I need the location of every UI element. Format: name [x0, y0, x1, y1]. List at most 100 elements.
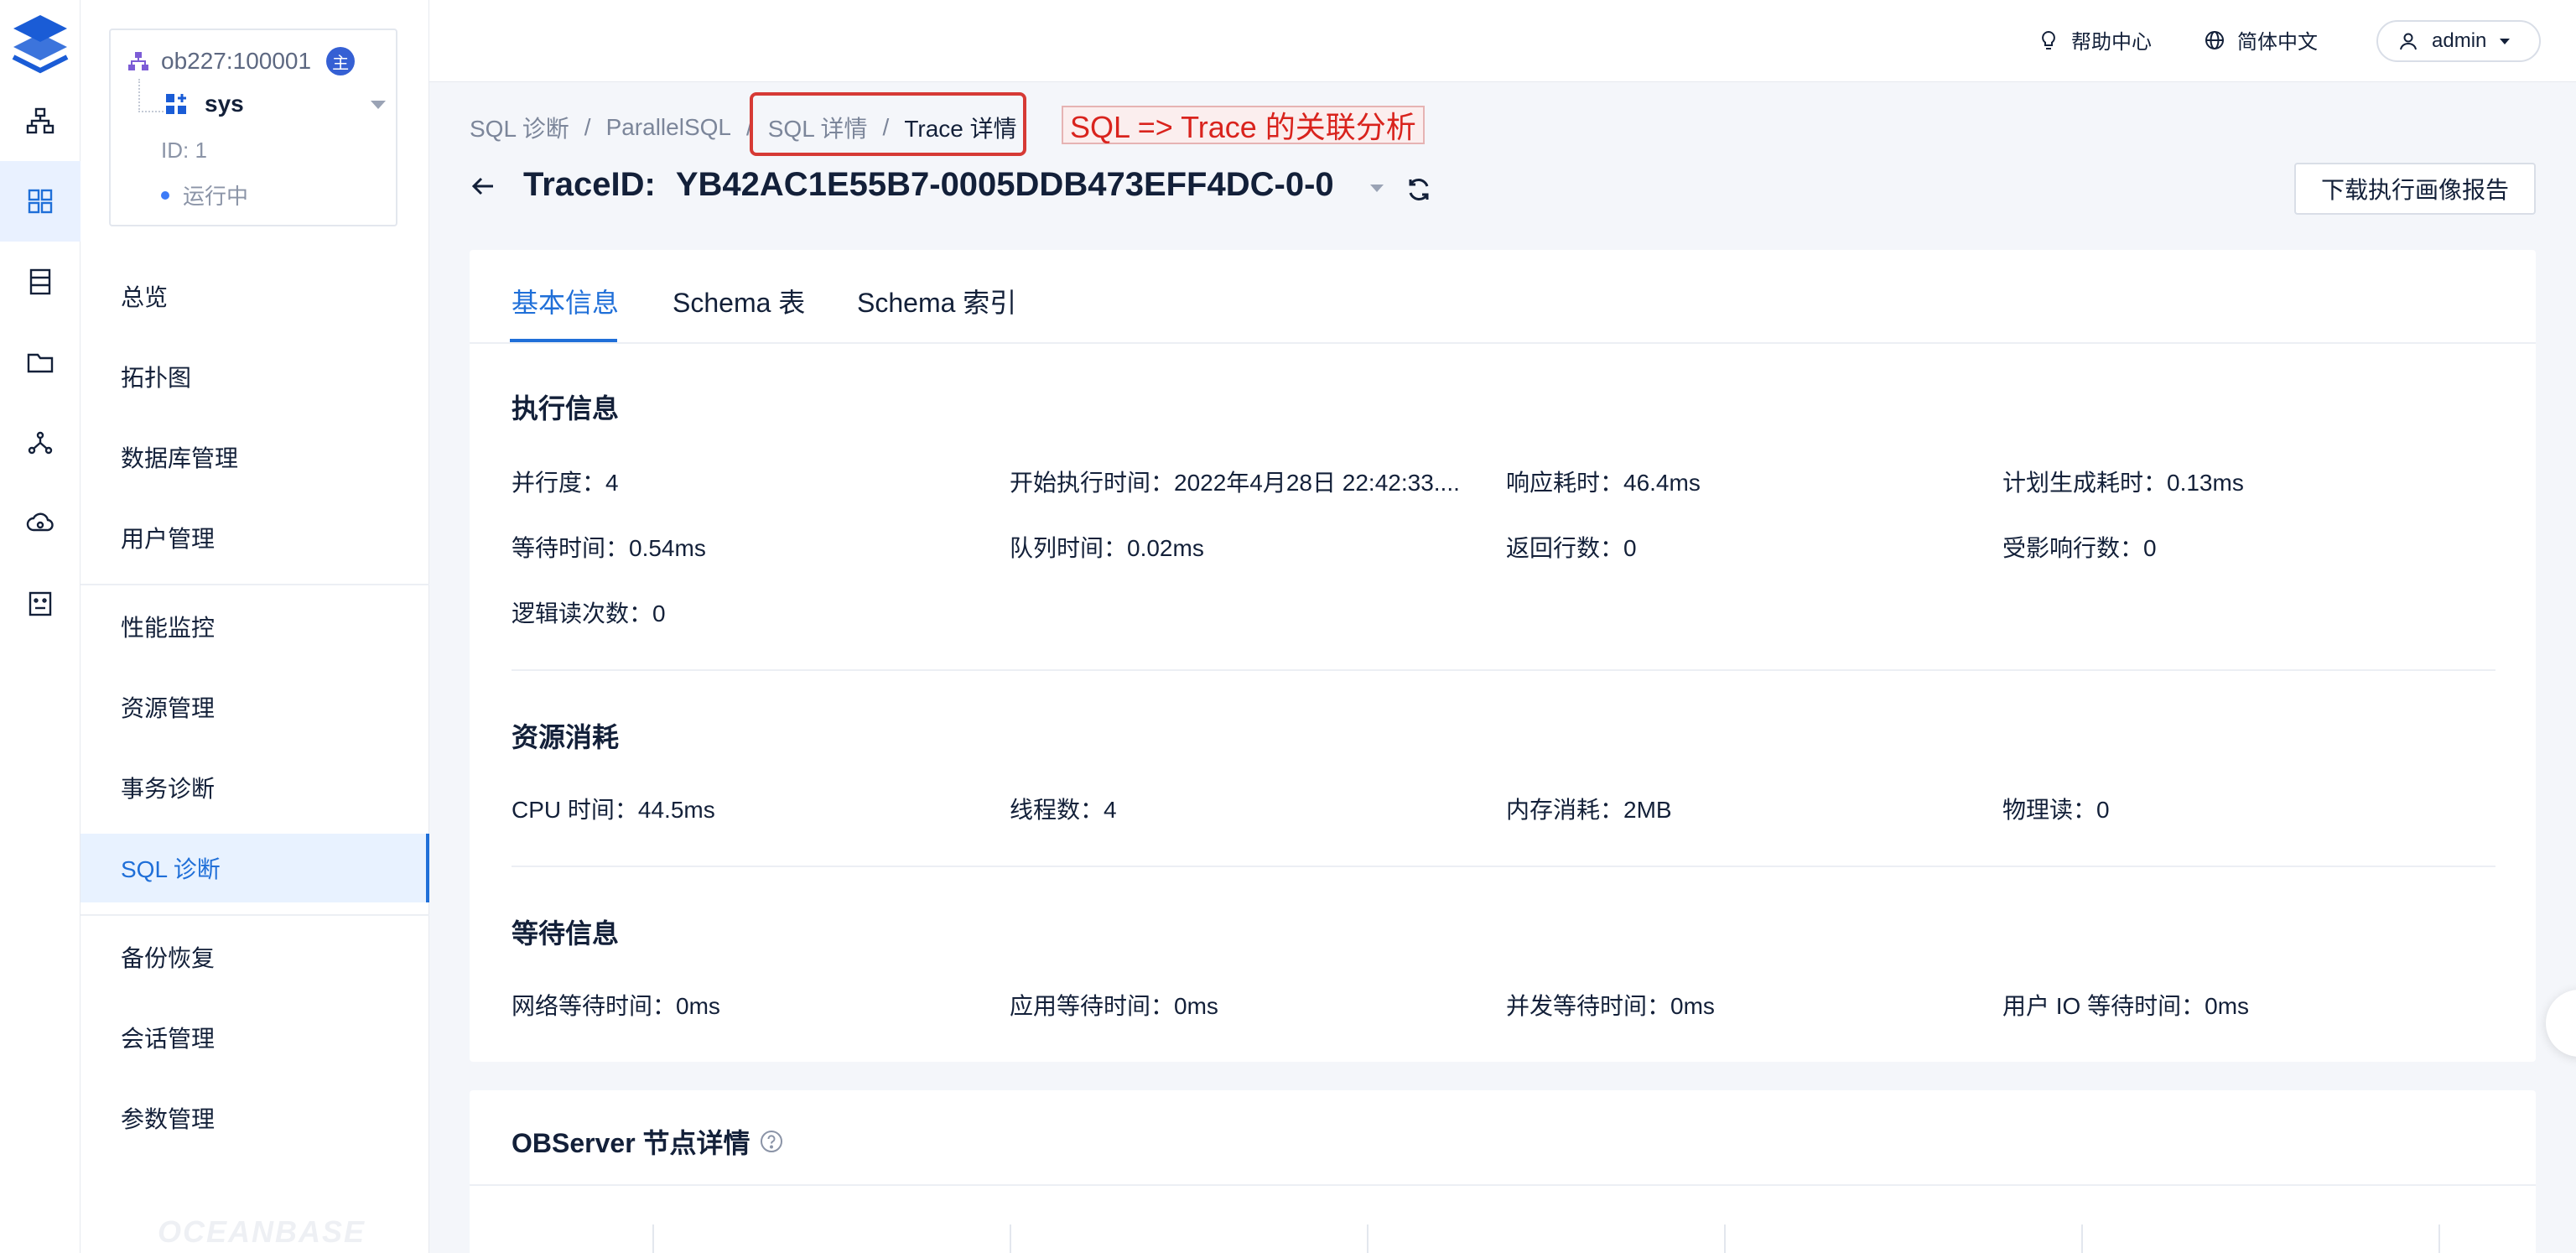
tab-active-indicator: [510, 339, 617, 342]
tab-basic-info[interactable]: 基本信息: [512, 282, 619, 320]
oceanbase-watermark: OCEANBASE: [158, 1214, 366, 1249]
refresh-icon[interactable]: [1404, 174, 1434, 205]
info-logical-reads: 逻辑读次数：0: [512, 601, 666, 626]
primary-badge: 主: [326, 47, 356, 75]
info-concurrency-wait: 并发等待时间：0ms: [1506, 993, 1715, 1019]
section-title-wait: 等待信息: [512, 918, 620, 949]
rail-folder-icon[interactable]: [0, 322, 80, 403]
breadcrumb-separator: /: [584, 114, 591, 140]
tab-schema-table[interactable]: Schema 表: [673, 282, 805, 320]
cluster-name: ob227:100001: [161, 48, 312, 74]
info-parallelism: 并行度：4: [512, 470, 619, 496]
table-column-divider: [1367, 1224, 1368, 1253]
info-app-wait: 应用等待时间：0ms: [1010, 993, 1218, 1019]
section-divider: [512, 669, 2496, 671]
help-center-label: 帮助中心: [2071, 31, 2152, 54]
tenant-status: 运行中: [161, 179, 248, 211]
table-column-divider: [1010, 1224, 1011, 1253]
language-switch[interactable]: 简体中文: [2204, 25, 2318, 55]
nav-divider: [80, 584, 429, 585]
observer-divider: [470, 1184, 2536, 1186]
trace-id-value: YB42AC1E55B7-0005DDB473EFF4DC-0-0: [675, 166, 1334, 203]
info-physical-reads: 物理读：0: [2002, 797, 2110, 823]
tenant-row[interactable]: sys: [164, 91, 244, 117]
section-divider: [512, 866, 2496, 867]
nav-item-backup[interactable]: 备份恢复: [80, 923, 429, 991]
observer-card: OBServer 节点详情: [470, 1090, 2536, 1253]
cluster-tree-icon: [128, 52, 148, 70]
section-title-exec: 执行信息: [512, 393, 620, 424]
info-plan-time: 计划生成耗时：0.13ms: [2002, 470, 2244, 496]
trace-dropdown-icon[interactable]: [1370, 185, 1384, 192]
nav-item-overview[interactable]: 总览: [80, 262, 429, 330]
info-cpu-time: CPU 时间：44.5ms: [512, 797, 715, 823]
back-arrow-icon[interactable]: [470, 173, 496, 200]
top-bar: 帮助中心 简体中文: [429, 0, 2576, 82]
nav-item-performance[interactable]: 性能监控: [80, 592, 429, 661]
table-column-divider: [652, 1224, 654, 1253]
table-column-divider: [2438, 1224, 2440, 1253]
highlight-box: [750, 92, 1026, 156]
cluster-name-row: ob227:100001 主: [127, 47, 356, 75]
chevron-down-icon: [2500, 38, 2511, 44]
info-user-io-wait: 用户 IO 等待时间：0ms: [2002, 993, 2250, 1019]
status-dot-icon: [161, 190, 169, 200]
observer-title-row: OBServer 节点详情: [512, 1122, 784, 1161]
cluster-card[interactable]: ob227:100001 主 sys ID: 1 运行中: [109, 29, 397, 226]
nav-item-parameters[interactable]: 参数管理: [80, 1084, 429, 1152]
help-center-link[interactable]: 帮助中心: [2038, 25, 2152, 55]
user-name: admin: [2432, 29, 2487, 52]
nav-item-database[interactable]: 数据库管理: [80, 423, 429, 491]
info-network-wait: 网络等待时间：0ms: [512, 993, 720, 1019]
nav-item-topology[interactable]: 拓扑图: [80, 342, 429, 411]
tree-connector: [138, 79, 164, 112]
status-text: 运行中: [183, 184, 249, 209]
user-icon: [2400, 33, 2417, 50]
tab-schema-index[interactable]: Schema 索引: [857, 282, 1016, 320]
annotation-label: SQL => Trace 的关联分析: [1062, 106, 1425, 144]
nav-item-users[interactable]: 用户管理: [80, 503, 429, 572]
info-affected-rows: 受影响行数：0: [2002, 535, 2157, 561]
info-wait-time: 等待时间：0.54ms: [512, 535, 706, 561]
tenant-icon: [166, 94, 186, 114]
language-label: 简体中文: [2237, 31, 2318, 54]
nav-item-sql-diagnosis[interactable]: SQL 诊断: [80, 834, 429, 902]
lightbulb-icon: [2042, 30, 2055, 49]
nav-item-sessions[interactable]: 会话管理: [80, 1003, 429, 1072]
side-nav: ob227:100001 主 sys ID: 1 运行中 总览 拓扑图 数据库管…: [80, 0, 429, 1253]
rail-cluster-icon[interactable]: [0, 161, 80, 242]
nav-item-resources[interactable]: 资源管理: [80, 673, 429, 741]
info-thread-count: 线程数：4: [1010, 797, 1117, 823]
oceanbase-logo-icon[interactable]: [8, 12, 72, 75]
observer-title: OBServer 节点详情: [512, 1128, 750, 1158]
table-column-divider: [1724, 1224, 1726, 1253]
info-queue-time: 队列时间：0.02ms: [1010, 535, 1204, 561]
info-returned-rows: 返回行数：0: [1506, 535, 1637, 561]
tenant-name: sys: [205, 91, 244, 117]
tab-bar: 基本信息 Schema 表 Schema 索引: [470, 250, 2536, 344]
help-circle-icon[interactable]: [759, 1129, 784, 1154]
globe-icon: [2205, 30, 2224, 49]
page-title: TraceID: YB42AC1E55B7-0005DDB473EFF4DC-0…: [523, 166, 1334, 204]
section-title-resource: 资源消耗: [512, 722, 620, 752]
table-column-divider: [2081, 1224, 2083, 1253]
info-memory: 内存消耗：2MB: [1506, 797, 1672, 823]
tenant-dropdown-icon[interactable]: [371, 101, 386, 109]
rail-cloud-icon[interactable]: [0, 483, 80, 564]
basic-info-card: 基本信息 Schema 表 Schema 索引 执行信息 并行度：4 开始执行时…: [470, 250, 2536, 1062]
info-response-time: 响应耗时：46.4ms: [1506, 470, 1701, 496]
info-start-time: 开始执行时间：2022年4月28日 22:42:33....: [1010, 470, 1460, 496]
floating-handle[interactable]: [2546, 990, 2576, 1057]
rail-database-icon[interactable]: [0, 242, 80, 322]
nav-item-transactions[interactable]: 事务诊断: [80, 753, 429, 822]
breadcrumb-parallelsql[interactable]: ParallelSQL: [606, 114, 731, 141]
download-report-button[interactable]: 下载执行画像报告: [2294, 163, 2536, 215]
tenant-id: ID: 1: [161, 138, 207, 163]
rail-report-icon[interactable]: [0, 564, 80, 644]
breadcrumb-sql-diagnosis[interactable]: SQL 诊断: [470, 111, 569, 144]
user-menu-button[interactable]: admin: [2376, 20, 2541, 62]
rail-network-icon[interactable]: [0, 403, 80, 483]
trace-id-label: TraceID:: [523, 166, 656, 203]
nav-divider: [80, 914, 429, 916]
rail-topology-icon[interactable]: [0, 81, 80, 161]
